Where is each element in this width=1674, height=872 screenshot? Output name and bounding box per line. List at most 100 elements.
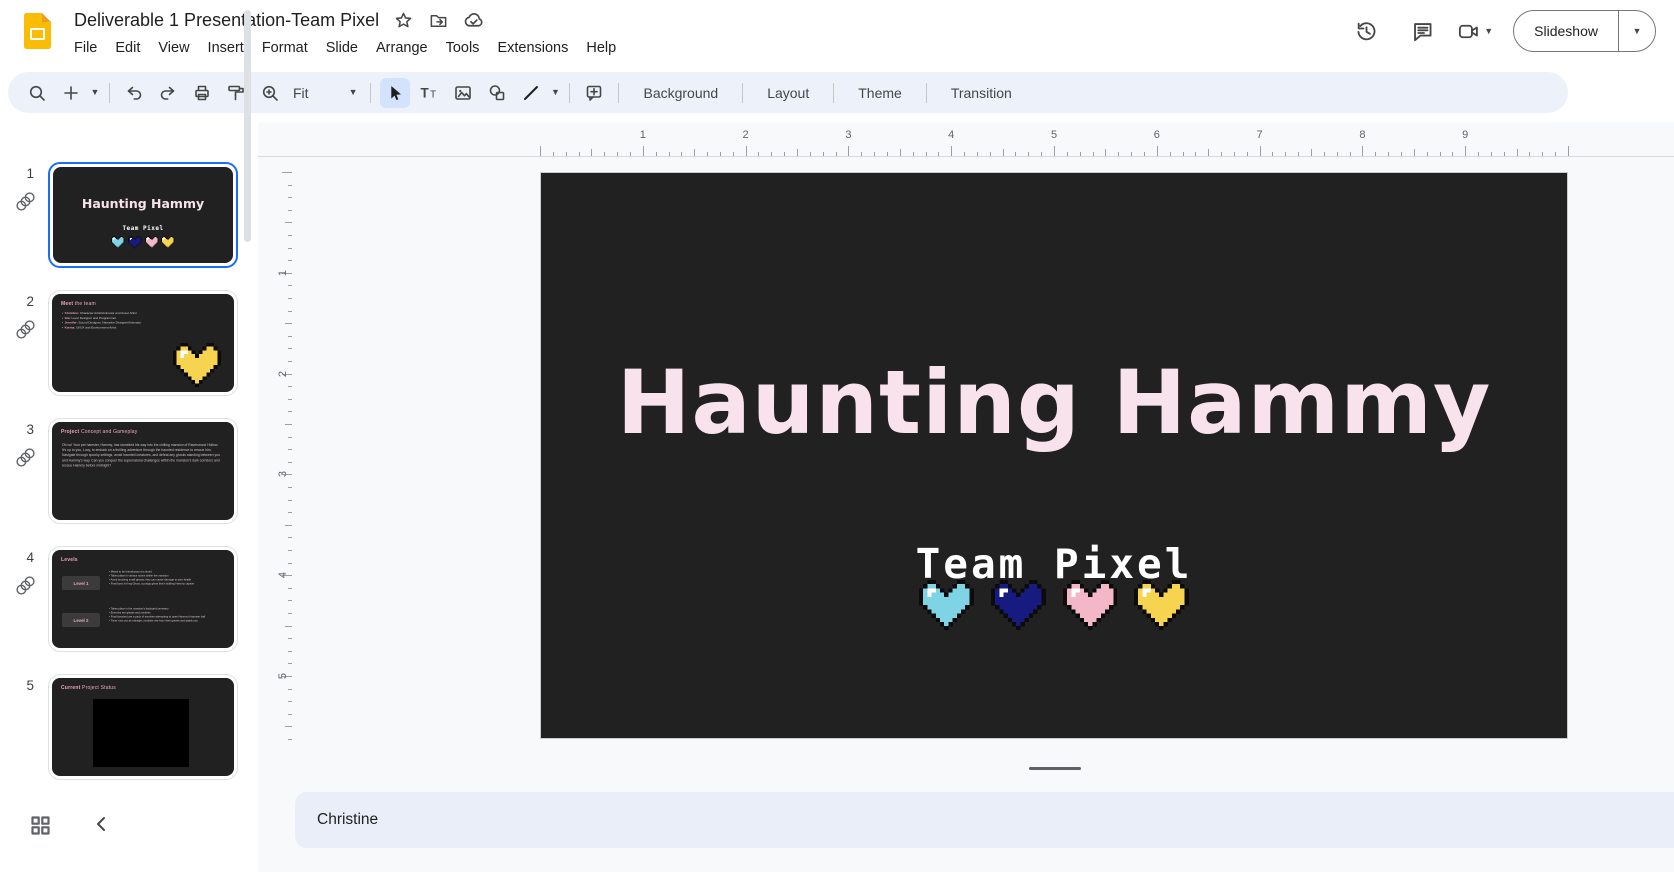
ruler-tick — [630, 152, 631, 157]
pixel-hearts-row[interactable] — [541, 580, 1567, 630]
slide-thumbnail-3[interactable]: Project Concept and GameplayOh no! Your … — [48, 418, 238, 524]
add-comment-icon[interactable] — [579, 78, 609, 108]
select-cursor-icon[interactable] — [380, 78, 410, 108]
new-slide-caret-icon[interactable]: ▼ — [88, 78, 102, 108]
toolbar-button-layout[interactable]: Layout — [750, 80, 826, 106]
ruler-tick — [285, 424, 292, 425]
ruler-tick — [288, 285, 293, 286]
slide-title[interactable]: Haunting Hammy — [541, 351, 1567, 454]
thumb-slide-title: Haunting Hammy — [53, 196, 233, 211]
vertical-ruler: 12345 — [264, 156, 294, 792]
ruler-tick — [288, 248, 293, 249]
ruler-tick — [288, 600, 293, 601]
undo-icon[interactable] — [119, 78, 149, 108]
transition-indicator-icon[interactable] — [15, 319, 36, 340]
zoom-icon[interactable] — [255, 78, 285, 108]
insert-shape-icon[interactable] — [482, 78, 512, 108]
redo-icon[interactable] — [153, 78, 183, 108]
insert-image-icon[interactable] — [448, 78, 478, 108]
ruler-tick — [579, 152, 580, 157]
ruler-tick — [784, 152, 785, 157]
menu-slide[interactable]: Slide — [317, 36, 367, 61]
menu-file[interactable]: File — [65, 36, 106, 61]
ruler-tick — [1440, 152, 1441, 157]
ruler-tick — [1195, 152, 1196, 157]
document-title[interactable]: Deliverable 1 Presentation-Team Pixel — [74, 10, 379, 31]
slide-thumbnail-2[interactable]: Meet the team•Christine: Character Artis… — [48, 290, 238, 396]
cloud-saved-icon[interactable] — [462, 9, 484, 31]
ruler-tick — [771, 152, 772, 157]
speaker-notes-text[interactable]: Christine — [295, 811, 378, 829]
thumb-video-placeholder — [93, 699, 189, 767]
search-icon[interactable] — [22, 78, 52, 108]
toolbar-button-transition[interactable]: Transition — [934, 80, 1029, 106]
text-box-icon[interactable]: TT — [414, 78, 444, 108]
menu-view[interactable]: View — [149, 36, 198, 61]
ruler-tick — [1388, 152, 1389, 157]
ruler-tick — [1118, 152, 1119, 157]
ruler-tick — [1517, 149, 1518, 156]
menu-arrange[interactable]: Arrange — [367, 36, 437, 61]
ruler-label: 1 — [640, 129, 646, 141]
transition-indicator-icon[interactable] — [15, 575, 36, 596]
slideshow-button[interactable]: Slideshow — [1514, 23, 1618, 39]
version-history-icon[interactable] — [1345, 10, 1387, 52]
menu-extensions[interactable]: Extensions — [488, 36, 577, 61]
ruler-tick — [288, 298, 293, 299]
slides-logo[interactable] — [24, 13, 51, 49]
grid-view-icon[interactable] — [30, 815, 51, 836]
menu-help[interactable]: Help — [577, 36, 625, 61]
move-folder-icon[interactable] — [427, 9, 449, 31]
slide-thumbnail-1[interactable]: Haunting Hammy Team Pixel — [48, 162, 238, 268]
insert-line-icon[interactable] — [516, 78, 546, 108]
thumb-bullet-item: • Timer runs out at midnight; zombies ri… — [109, 619, 229, 623]
insert-line-caret-icon[interactable]: ▼ — [548, 78, 562, 108]
notes-resize-handle[interactable] — [1029, 767, 1081, 770]
slideshow-dropdown-caret-icon[interactable]: ▼ — [1619, 11, 1655, 51]
filmstrip-scrollbar[interactable] — [244, 10, 251, 242]
ruler-tick — [288, 613, 293, 614]
ruler-tick — [797, 149, 798, 156]
speaker-notes-bar[interactable]: Christine — [295, 792, 1674, 848]
ruler-tick — [288, 361, 293, 362]
ruler-label: 4 — [277, 572, 289, 578]
ruler-tick — [874, 152, 875, 157]
ruler-tick — [758, 152, 759, 157]
ruler-tick — [1247, 152, 1248, 157]
ruler-tick — [288, 512, 293, 513]
menu-tools[interactable]: Tools — [437, 36, 489, 61]
slide-number: 4 — [12, 550, 34, 565]
ruler-tick — [1542, 152, 1543, 157]
ruler-tick — [1041, 152, 1042, 157]
toolbar-separator — [742, 83, 743, 103]
ruler-tick — [1491, 152, 1492, 157]
collapse-filmstrip-icon[interactable] — [92, 814, 112, 834]
ruler-tick — [823, 152, 824, 157]
ruler-tick — [1054, 146, 1055, 156]
ruler-tick — [288, 638, 293, 639]
new-slide-icon[interactable] — [56, 78, 86, 108]
thumb-slide-subtitle: Team Pixel — [53, 225, 233, 232]
toolbar-button-theme[interactable]: Theme — [841, 80, 919, 106]
join-call-button[interactable]: ▼ — [1457, 20, 1493, 43]
toolbar-separator — [109, 83, 110, 103]
slide-thumbnail-4[interactable]: LevelsLevel 1• Meant to be introductory … — [48, 546, 238, 652]
print-icon[interactable] — [187, 78, 217, 108]
zoom-select[interactable]: Fit ▼ — [287, 78, 363, 108]
join-call-caret-icon[interactable]: ▼ — [1484, 27, 1493, 36]
transition-indicator-icon[interactable] — [15, 447, 36, 468]
ruler-tick — [288, 714, 293, 715]
ruler-tick — [288, 411, 293, 412]
comments-icon[interactable] — [1401, 10, 1443, 52]
current-slide[interactable]: Haunting Hammy Team Pixel — [540, 172, 1568, 739]
menu-edit[interactable]: Edit — [106, 36, 149, 61]
pixel-heart-icon — [991, 580, 1046, 630]
transition-indicator-icon[interactable] — [15, 191, 36, 212]
thumb-bullet-item: •Karina: UI/UX and Environment Artist — [62, 325, 212, 330]
toolbar-button-background[interactable]: Background — [626, 80, 735, 106]
slide-thumbnail-5[interactable]: Current Project Status — [48, 674, 238, 780]
ruler-tick — [861, 152, 862, 157]
ruler-tick — [1465, 146, 1466, 156]
menu-format[interactable]: Format — [253, 36, 317, 61]
star-icon[interactable] — [392, 9, 414, 31]
